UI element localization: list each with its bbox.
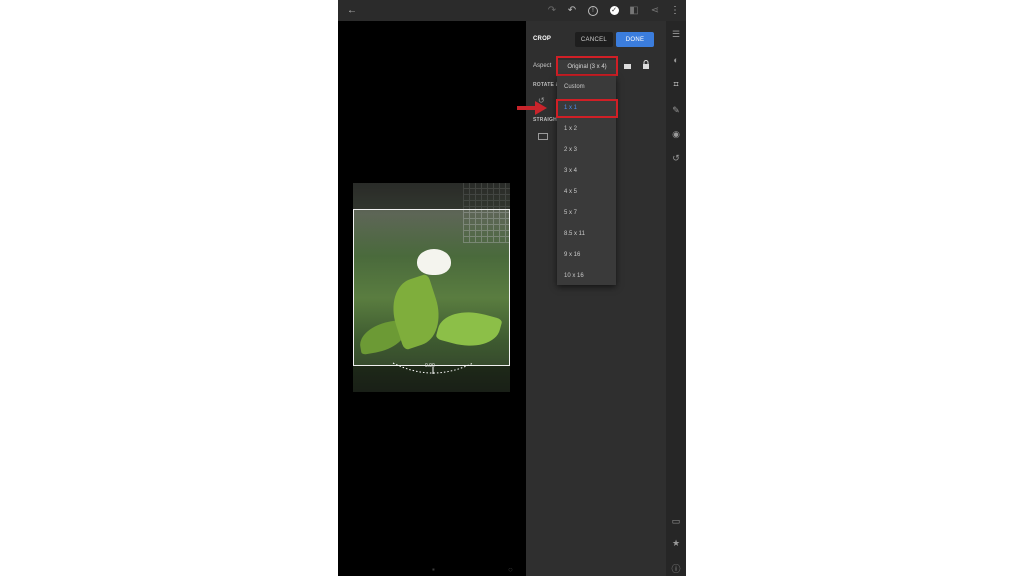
aspect-option[interactable]: 8.5 x 11 bbox=[564, 228, 585, 240]
color-icon[interactable]: ◐ bbox=[666, 55, 686, 65]
top-toolbar: ← ↷ ↶ ! ✓ ◧ ⋖ ⋮ bbox=[338, 0, 686, 21]
dial-value: 0.00 bbox=[425, 363, 435, 369]
aspect-option[interactable]: 9 x 16 bbox=[564, 249, 580, 261]
panel-title: CROP bbox=[533, 36, 552, 42]
aspect-option[interactable]: 4 x 5 bbox=[564, 186, 577, 198]
aspect-option[interactable]: 3 x 4 bbox=[564, 165, 577, 177]
crop-frame[interactable] bbox=[353, 209, 510, 366]
info-glyph: ! bbox=[588, 5, 598, 16]
image-canvas[interactable]: 0.00 bbox=[338, 21, 526, 576]
more-icon[interactable]: ⋮ bbox=[669, 0, 681, 21]
aspect-option[interactable]: Custom bbox=[564, 81, 585, 93]
done-button[interactable]: DONE bbox=[616, 32, 654, 47]
lock-icon[interactable] bbox=[642, 60, 650, 71]
aspect-label: Aspect bbox=[533, 63, 552, 69]
share-icon[interactable]: ⋖ bbox=[649, 0, 661, 21]
system-nav-bar: ▪ ○ bbox=[338, 564, 686, 574]
comment-icon[interactable]: ▭ bbox=[666, 516, 686, 527]
check-glyph: ✓ bbox=[609, 6, 619, 15]
undo-icon[interactable]: ↶ bbox=[566, 0, 578, 21]
sliders-icon[interactable]: ☰ bbox=[666, 29, 686, 40]
redo-icon[interactable]: ↷ bbox=[546, 0, 558, 21]
cancel-button[interactable]: CANCEL bbox=[575, 32, 613, 47]
aspect-option[interactable]: 5 x 7 bbox=[564, 207, 577, 219]
photo-preview[interactable]: 0.00 bbox=[353, 183, 510, 392]
app-window: ← ↷ ↶ ! ✓ ◧ ⋖ ⋮ 0.00 CROP CANCEL DONE As… bbox=[338, 0, 686, 576]
home-icon[interactable]: ○ bbox=[508, 565, 513, 574]
auto-straighten-icon[interactable] bbox=[538, 133, 548, 142]
tool-rail: ☰ ◐ ⌗ ✎ ◉ ↺ ▭ ★ ⓘ bbox=[666, 21, 686, 576]
history-icon[interactable]: ↺ bbox=[666, 153, 686, 164]
aspect-option[interactable]: 1 x 2 bbox=[564, 123, 577, 135]
orientation-icon[interactable] bbox=[624, 62, 631, 71]
checkmark-icon[interactable]: ✓ bbox=[608, 0, 620, 21]
compare-icon[interactable]: ◧ bbox=[628, 0, 640, 21]
option-highlight-box bbox=[556, 99, 618, 118]
aspect-option[interactable]: 10 x 16 bbox=[564, 270, 584, 282]
crop-panel: CROP CANCEL DONE Aspect Original (3 x 4)… bbox=[526, 21, 666, 576]
aspect-option[interactable]: 2 x 3 bbox=[564, 144, 577, 156]
crop-icon[interactable]: ⌗ bbox=[666, 79, 686, 90]
back-icon[interactable]: ← bbox=[346, 0, 358, 21]
healing-icon[interactable]: ✎ bbox=[666, 105, 686, 116]
info-circle-icon[interactable]: ! bbox=[587, 0, 599, 21]
crop-mask-top bbox=[353, 183, 510, 209]
presets-icon[interactable]: ◉ bbox=[666, 129, 686, 140]
recents-icon[interactable]: ▪ bbox=[432, 565, 435, 574]
star-icon[interactable]: ★ bbox=[666, 538, 686, 549]
aspect-highlight-box bbox=[556, 56, 618, 76]
pointer-arrow-icon bbox=[517, 101, 547, 115]
